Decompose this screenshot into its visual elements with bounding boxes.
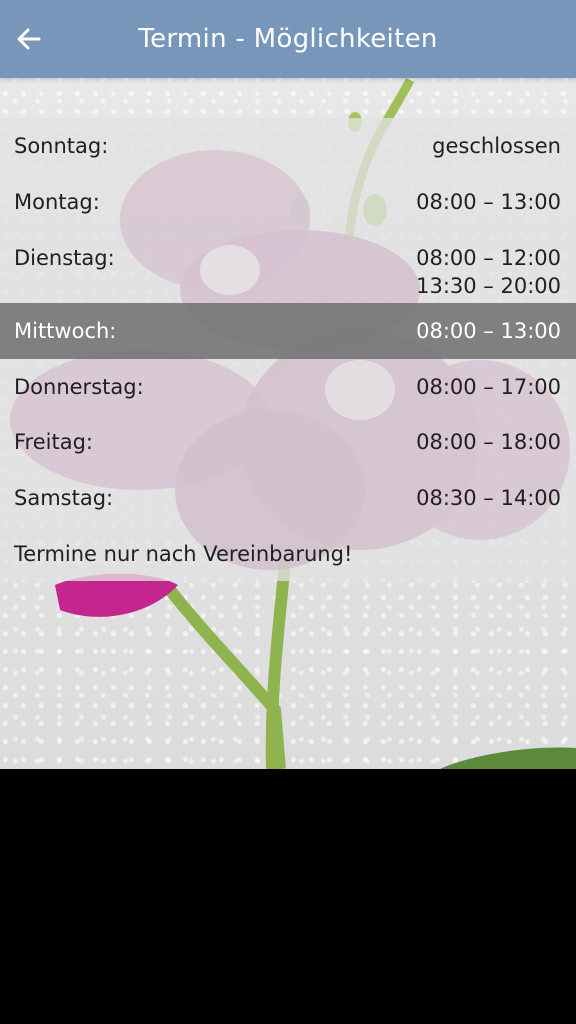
back-button[interactable] (12, 22, 46, 56)
day-label: Samstag: (14, 486, 114, 510)
time-value: 08:30 – 14:00 (416, 486, 561, 510)
time-value: 08:00 – 17:00 (416, 375, 561, 399)
hours-row-tuesday: Dienstag: 08:00 – 12:00 13:30 – 20:00 (0, 244, 576, 300)
hours-row-wednesday: Mittwoch: 08:00 – 13:00 (0, 303, 576, 359)
day-label: Sonntag: (14, 134, 109, 158)
day-label: Donnerstag: (14, 375, 144, 399)
arrow-left-icon (17, 28, 41, 50)
time-value: 08:00 – 13:00 (416, 319, 561, 343)
time-value: 08:00 – 13:00 (416, 190, 561, 214)
empty-area (0, 769, 576, 1024)
appointment-note: Termine nur nach Vereinbarung! (14, 542, 353, 566)
time-value: 08:00 – 18:00 (416, 430, 561, 454)
hours-row-thursday: Donnerstag: 08:00 – 17:00 (0, 373, 576, 401)
day-label: Mittwoch: (14, 319, 117, 343)
time-value: 08:00 – 12:00 (416, 246, 561, 270)
day-label: Freitag: (14, 430, 93, 454)
hours-row-friday: Freitag: 08:00 – 18:00 (0, 428, 576, 456)
hours-row-sunday: Sonntag: geschlossen (0, 132, 576, 160)
day-label: Dienstag: (14, 246, 115, 270)
page-title: Termin - Möglichkeiten (138, 24, 438, 54)
hours-row-monday: Montag: 08:00 – 13:00 (0, 188, 576, 216)
app-bar: Termin - Möglichkeiten (0, 0, 576, 78)
opening-hours-panel: Sonntag: geschlossen Montag: 08:00 – 13:… (0, 118, 576, 581)
hours-row-saturday: Samstag: 08:30 – 14:00 (0, 484, 576, 512)
time-value: 13:30 – 20:00 (416, 274, 561, 298)
day-label: Montag: (14, 190, 100, 214)
time-values: 08:00 – 12:00 13:30 – 20:00 (416, 244, 561, 300)
time-value: geschlossen (432, 134, 561, 158)
